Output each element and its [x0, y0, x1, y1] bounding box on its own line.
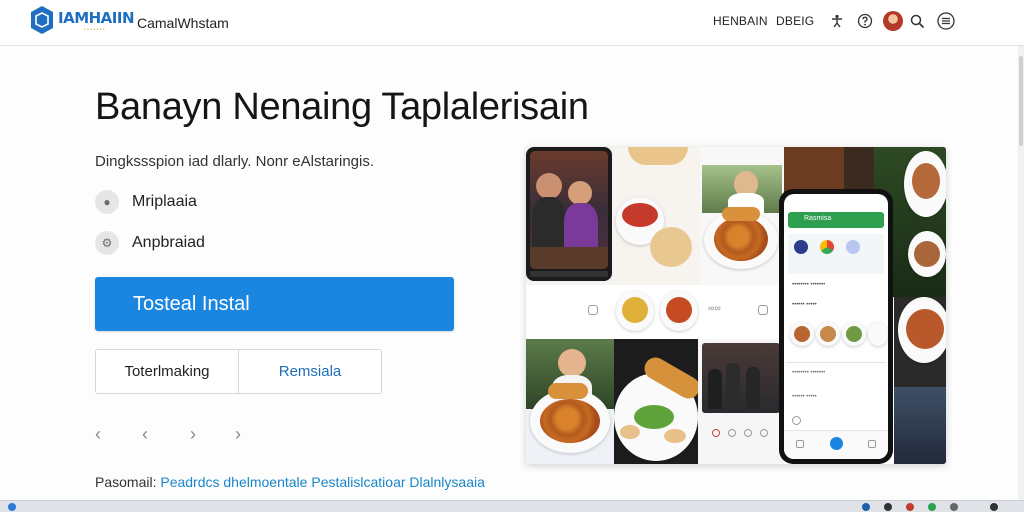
menu-icon[interactable]	[936, 11, 956, 31]
feature-label: Anpbraiad	[132, 234, 205, 251]
feature-label: Mriplaaia	[132, 193, 197, 210]
taskbar	[0, 500, 1024, 512]
app-preview-collage: ∞∞ Rasmisa •••••••• ••••••• •••••• •••••…	[526, 147, 946, 464]
preview-tile-child	[526, 339, 614, 464]
feature-item-2: ⚙ Anpbraiad	[95, 230, 205, 256]
preview-toolbar-strip: ∞∞	[526, 285, 779, 339]
feature-check-icon: ●	[95, 190, 119, 214]
app-row-text: •••••••• •••••••	[792, 282, 826, 288]
preview-tile-people	[526, 147, 614, 285]
app-row-text: •••••• •••••	[792, 302, 817, 308]
feature-gear-icon: ⚙	[95, 231, 119, 255]
chat-icon	[588, 305, 598, 315]
app-header-title: Rasmisa	[804, 215, 832, 222]
like-icon	[712, 429, 720, 437]
accessibility-icon[interactable]	[827, 11, 847, 31]
feature-item-1: ● Mriplaaia	[95, 189, 197, 215]
message-icon	[758, 305, 768, 315]
tray-icon-4[interactable]	[928, 503, 936, 511]
carousel-prev-icon[interactable]: ‹	[95, 424, 101, 445]
top-navigation: IAMHAIIN • • • • • • • CamalWhstam HENBA…	[0, 0, 1024, 46]
comment-icon	[728, 429, 736, 437]
tray-icon-1[interactable]	[862, 503, 870, 511]
app-row-text: •••••••• •••••••	[792, 370, 826, 376]
secondary-button-1[interactable]: Toterlmaking	[96, 350, 239, 393]
start-icon[interactable]	[8, 503, 16, 511]
tray-icon-6[interactable]	[990, 503, 998, 511]
preview-tile-soup	[614, 147, 700, 285]
preview-tile-crowd	[698, 339, 784, 464]
app-header-bar	[788, 212, 884, 228]
app-icon-2[interactable]	[820, 240, 834, 254]
carousel-next-icon[interactable]: ›	[190, 424, 196, 445]
page-title: Banayn Nenaing Taplalerisain	[95, 86, 589, 128]
footer-link-2[interactable]: Pestalislcatioar Dlalnlysaaia	[311, 474, 485, 490]
help-icon[interactable]	[855, 11, 875, 31]
mini-phone-image	[526, 147, 612, 281]
search-icon[interactable]	[907, 11, 927, 31]
app-add-icon[interactable]	[830, 437, 843, 450]
app-profile-icon[interactable]	[868, 440, 876, 448]
hero-subtitle: Dingkssspion iad dlarly. Nonr eAlstaring…	[95, 153, 375, 170]
share-icon	[744, 429, 752, 437]
preview-tile-table	[894, 297, 946, 464]
nav-link-1[interactable]: HENBAIN	[713, 14, 768, 28]
preview-tile-bread	[614, 339, 698, 464]
nav-link-2[interactable]: DBEIG	[776, 14, 814, 28]
page-scrollbar[interactable]	[1018, 46, 1024, 500]
app-row-text: •••••• •••••	[792, 394, 817, 400]
scrollbar-thumb[interactable]	[1019, 56, 1023, 146]
save-icon	[760, 429, 768, 437]
tray-icon-5[interactable]	[950, 503, 958, 511]
app-icon-1[interactable]	[794, 240, 808, 254]
avatar[interactable]	[883, 11, 903, 31]
tray-icon-2[interactable]	[884, 503, 892, 511]
app-icon-3[interactable]	[846, 240, 860, 254]
install-button[interactable]: Tosteal Instal	[95, 277, 454, 331]
phone-mockup: Rasmisa •••••••• ••••••• •••••• ••••• ••…	[779, 189, 893, 464]
app-chat-icon[interactable]	[792, 416, 801, 425]
preview-tile-noodles	[700, 147, 784, 285]
brand-name[interactable]: CamalWhstam	[137, 15, 229, 31]
logo-badge-icon[interactable]	[30, 5, 54, 35]
logo-tagline: • • • • • • •	[84, 27, 105, 33]
secondary-button-2[interactable]: Remsiala	[239, 350, 381, 393]
carousel-prev-icon-2[interactable]: ‹	[142, 424, 148, 445]
dots-label: ∞∞	[708, 303, 721, 313]
tray-icon-3[interactable]	[906, 503, 914, 511]
carousel-next-icon-2[interactable]: ›	[235, 424, 241, 445]
phone-screen: Rasmisa •••••••• ••••••• •••••• ••••• ••…	[784, 194, 888, 459]
footer-links: Pasomail: Peadrdcs dhelmoentale Pestalis…	[95, 474, 485, 490]
secondary-actions: Toterlmaking Remsiala	[95, 349, 382, 394]
logo-wordmark[interactable]: IAMHAIIN	[58, 9, 135, 27]
footer-label: Pasomail:	[95, 474, 157, 490]
footer-link-1[interactable]: Peadrdcs dhelmoentale	[160, 474, 307, 490]
app-home-icon[interactable]	[796, 440, 804, 448]
